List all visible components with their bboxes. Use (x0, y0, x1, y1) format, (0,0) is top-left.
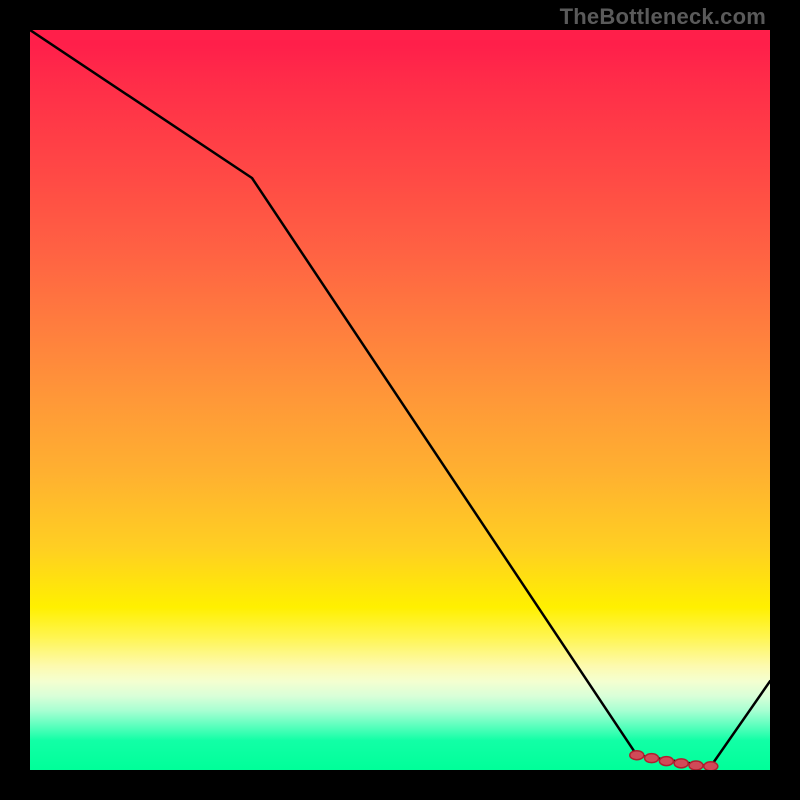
chart-marker (659, 757, 673, 766)
chart-marker (704, 762, 718, 770)
watermark-text: TheBottleneck.com (560, 4, 766, 30)
chart-frame: TheBottleneck.com (0, 0, 800, 800)
line-chart-svg (30, 30, 770, 770)
plot-area (30, 30, 770, 770)
chart-marker (689, 761, 703, 770)
chart-line (30, 30, 770, 766)
chart-marker (630, 751, 644, 760)
chart-marker (645, 754, 659, 763)
chart-markers (630, 751, 718, 770)
chart-marker (674, 759, 688, 768)
